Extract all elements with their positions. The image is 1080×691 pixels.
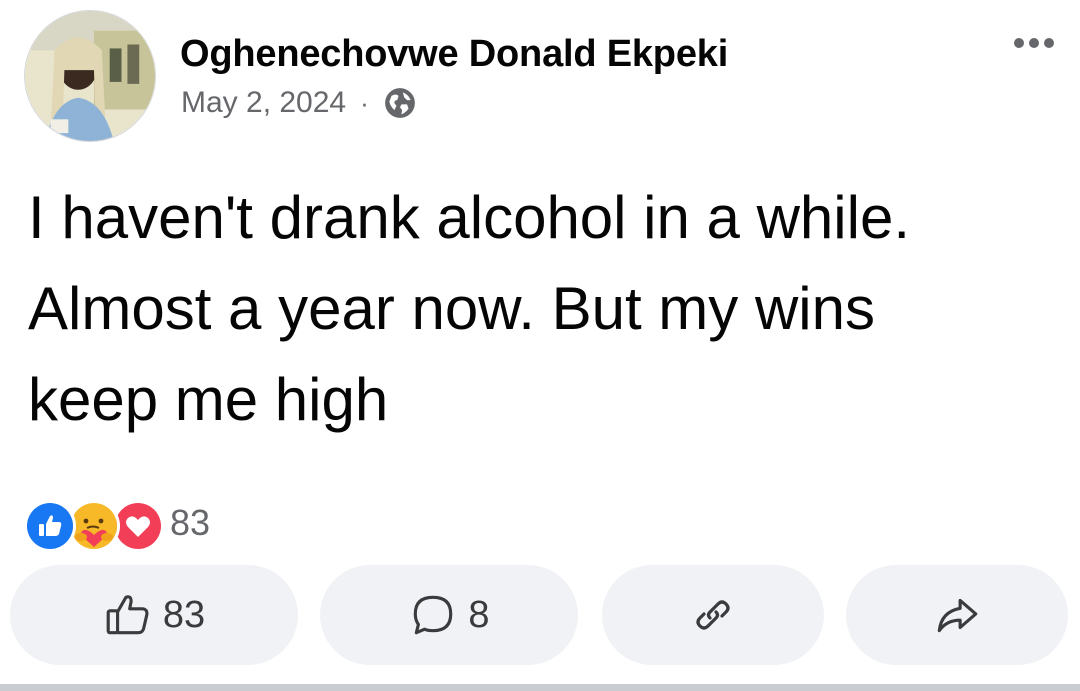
- like-reaction-icon: [24, 500, 76, 552]
- more-dot: [1029, 38, 1039, 48]
- more-dot: [1014, 38, 1024, 48]
- post-text: I haven't drank alcohol in a while. Almo…: [28, 172, 1038, 445]
- comment-icon: [414, 595, 453, 635]
- post-meta: May 2, 2024 ·: [181, 86, 417, 120]
- post-date[interactable]: May 2, 2024: [181, 86, 346, 120]
- thumbs-up-icon: [106, 595, 149, 635]
- avatar[interactable]: [24, 10, 156, 142]
- section-divider: [0, 684, 1080, 691]
- globe-icon[interactable]: [383, 86, 417, 120]
- more-dot: [1044, 38, 1054, 48]
- reaction-icons: [24, 500, 166, 552]
- comment-count: 8: [468, 593, 490, 636]
- more-options-icon[interactable]: [1014, 38, 1054, 48]
- like-count: 83: [162, 593, 206, 636]
- share-icon: [937, 598, 978, 633]
- link-icon: [696, 600, 730, 630]
- reactions-summary[interactable]: 83: [24, 500, 210, 552]
- reaction-count[interactable]: 83: [170, 502, 210, 544]
- avatar-photo: [25, 11, 155, 141]
- copy-link-button[interactable]: [602, 565, 824, 665]
- meta-separator: ·: [360, 87, 369, 118]
- author-name[interactable]: Oghenechovwe Donald Ekpeki: [180, 33, 728, 76]
- facebook-post: Oghenechovwe Donald Ekpeki May 2, 2024 ·…: [0, 0, 1080, 691]
- post-text-line: keep me high: [28, 366, 389, 433]
- action-bar: 83 8: [10, 565, 1070, 665]
- like-button[interactable]: 83: [10, 565, 298, 665]
- post-text-line: Almost a year now. But my wins: [28, 275, 875, 342]
- comment-button[interactable]: 8: [320, 565, 578, 665]
- post-text-line: I haven't drank alcohol in a while.: [28, 184, 910, 251]
- share-button[interactable]: [846, 565, 1068, 665]
